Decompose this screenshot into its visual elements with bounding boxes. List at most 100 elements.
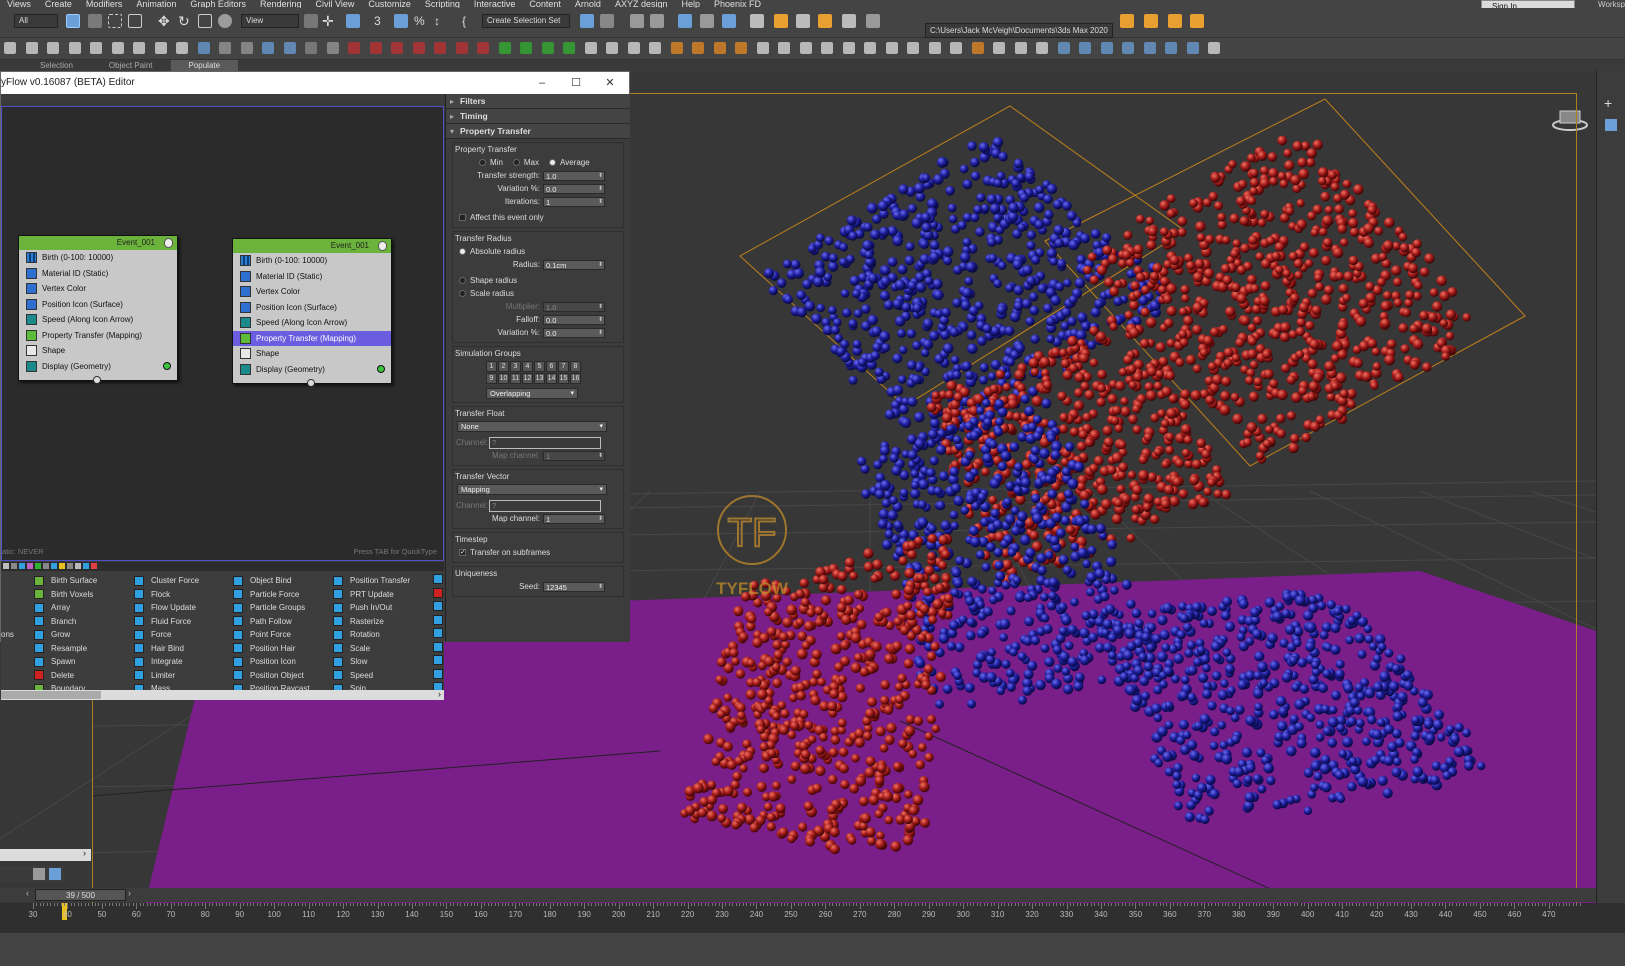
depot-tab-icon[interactable]	[51, 563, 57, 569]
simulation-group-button[interactable]: 5	[534, 361, 545, 372]
time-slider[interactable]: ‹ 39 / 500 ›	[0, 888, 1596, 902]
simulation-group-button[interactable]: 3	[510, 361, 521, 372]
depot-tab-icon[interactable]	[3, 563, 9, 569]
toolbar-tool-icon[interactable]	[842, 42, 855, 54]
toolbar-tool-icon[interactable]	[133, 42, 145, 54]
vector-channel-input[interactable]: ?	[489, 499, 601, 512]
render-iterative-icon[interactable]	[842, 14, 856, 28]
toolbar-tool-icon[interactable]	[219, 42, 231, 54]
radio-min[interactable]	[479, 159, 486, 166]
toolbar-tool-icon[interactable]	[1014, 42, 1027, 54]
operator-icon[interactable]	[433, 628, 443, 638]
toolbar-tool-icon[interactable]	[541, 42, 554, 54]
radio-scale-radius[interactable]	[459, 290, 466, 297]
depot-operator[interactable]: Delete	[34, 669, 97, 683]
operator-icon[interactable]	[433, 587, 443, 598]
rendered-frame-window-icon[interactable]	[796, 14, 810, 28]
operator-row[interactable]: Position Icon (Surface)	[233, 300, 391, 316]
iterations-spinner[interactable]: 1	[543, 196, 605, 207]
depot-operator[interactable]: Position Icon	[233, 655, 310, 669]
depot-operator[interactable]	[1, 588, 14, 602]
depot-scrollbar[interactable]: ›	[1, 689, 444, 700]
toolbar-tool-icon[interactable]	[885, 42, 898, 54]
toolbar-tool-icon[interactable]	[606, 42, 618, 54]
angle-snap-icon[interactable]	[394, 14, 408, 28]
toolbar-tool-icon[interactable]	[735, 42, 747, 54]
window-crossing-icon[interactable]	[128, 14, 142, 28]
depot-operator[interactable]: Flow Update	[134, 601, 199, 615]
toolbar-tool-icon[interactable]	[1122, 42, 1134, 54]
depot-operator[interactable]	[1, 601, 14, 615]
float-map-channel-spinner[interactable]: 1	[543, 450, 605, 461]
toolbar-tool-icon[interactable]	[47, 42, 59, 54]
material-editor-icon[interactable]	[750, 14, 764, 28]
mirror-icon[interactable]	[580, 14, 594, 28]
toolbar-tool-icon[interactable]	[993, 42, 1005, 54]
simulation-group-button[interactable]: 9	[486, 373, 497, 384]
simulation-group-button[interactable]: 2	[498, 361, 509, 372]
toolbar-tool-icon[interactable]	[25, 42, 38, 54]
toolbar-tool-icon[interactable]	[1079, 42, 1091, 54]
toolbar-tool-icon[interactable]	[326, 42, 339, 54]
depot-tabs[interactable]	[1, 562, 444, 571]
render-in-cloud-icon[interactable]	[866, 14, 880, 28]
project-new-icon[interactable]	[1168, 14, 1182, 28]
event-toggle-icon[interactable]	[378, 241, 387, 251]
named-selection-dropdown[interactable]: Create Selection Set	[482, 14, 570, 28]
operator-icon[interactable]	[433, 668, 443, 679]
depot-operator[interactable]: Position Transfer	[333, 574, 410, 588]
operator-row[interactable]: Position Icon (Surface)	[19, 297, 177, 313]
depot-operator[interactable]	[1, 655, 14, 669]
operator-row[interactable]: Vertex Color	[19, 281, 177, 297]
toolbar-tool-icon[interactable]	[434, 42, 446, 54]
simulation-group-button[interactable]: 16	[570, 373, 581, 384]
toolbar-tool-icon[interactable]	[455, 42, 468, 54]
rollout-filters[interactable]: Filters	[446, 94, 630, 109]
scene-explorer-icon[interactable]	[630, 14, 644, 28]
simulation-group-button[interactable]: 4	[522, 361, 533, 372]
rotate-icon[interactable]: ↻	[178, 14, 192, 28]
select-manipulate-icon[interactable]: ✛	[322, 14, 336, 28]
operator-row[interactable]: Speed (Along Icon Arrow)	[19, 312, 177, 328]
depot-operator[interactable]: Integrate	[134, 655, 199, 669]
menu-item[interactable]: Arnold	[568, 0, 608, 8]
toolbar-tool-icon[interactable]	[262, 42, 274, 54]
depot-operator[interactable]: Rotation	[333, 628, 410, 642]
transfer-vector-dropdown[interactable]: Mapping	[457, 484, 607, 495]
depot-operator[interactable]: Object Bind	[233, 574, 310, 588]
depot-tab-icon[interactable]	[67, 563, 73, 569]
menu-item[interactable]: Content	[522, 0, 568, 8]
operator-row[interactable]: Material ID (Static)	[19, 266, 177, 282]
menu-item[interactable]: Interactive	[467, 0, 523, 8]
depot-tab-icon[interactable]	[35, 563, 41, 569]
render-production-icon[interactable]	[818, 14, 832, 28]
operator-icon[interactable]	[433, 641, 443, 652]
operator-row[interactable]: Property Transfer (Mapping)	[233, 330, 391, 346]
toolbar-tool-icon[interactable]	[391, 42, 403, 54]
operator-icon[interactable]	[433, 655, 443, 665]
pivot-icon[interactable]	[304, 14, 318, 28]
depot-operator[interactable]: Particle Force	[233, 588, 310, 602]
toolbar-tool-icon[interactable]	[649, 42, 661, 54]
depot-operator[interactable]: Position Object	[233, 669, 310, 683]
toolbar-tool-icon[interactable]	[799, 42, 812, 54]
depot-operator[interactable]: Push In/Out	[333, 601, 410, 615]
place-icon[interactable]	[218, 14, 232, 28]
depot-operator[interactable]	[1, 574, 14, 588]
toolbar-tool-icon[interactable]	[154, 42, 167, 54]
menu-item[interactable]: Views	[0, 0, 38, 8]
rollout-property-transfer[interactable]: Property Transfer	[446, 124, 630, 139]
rect-select-icon[interactable]	[108, 14, 122, 28]
operator-icon[interactable]	[433, 601, 443, 611]
ribbon-tab-selection[interactable]: Selection	[22, 60, 91, 71]
move-icon[interactable]: ✥	[158, 14, 172, 28]
depot-operator[interactable]: Cluster Force	[134, 574, 199, 588]
depot-operator[interactable]: Hair Bind	[134, 642, 199, 656]
toolbar-tool-icon[interactable]	[1208, 42, 1220, 54]
depot-operator[interactable]: Birth Surface	[34, 574, 97, 588]
radio-absolute-radius[interactable]	[459, 248, 466, 255]
scene-explorer-scrollbar[interactable]: ›	[0, 848, 91, 861]
depot-operator[interactable]: Grow	[34, 628, 97, 642]
toolbar-tool-icon[interactable]	[1036, 42, 1048, 54]
depot-operator[interactable]: Flock	[134, 588, 199, 602]
